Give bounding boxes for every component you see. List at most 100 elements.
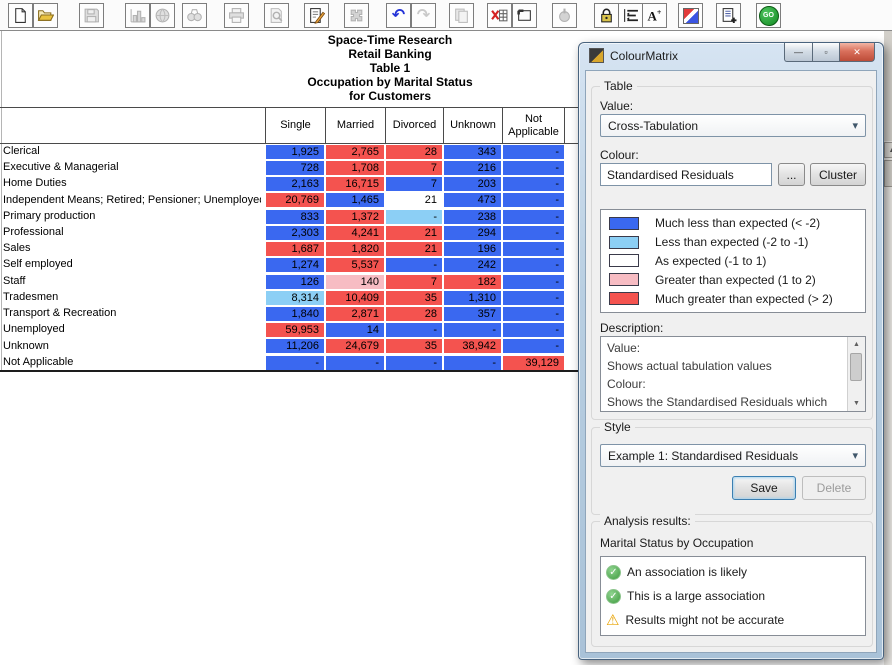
data-cell[interactable]: 39,129 xyxy=(503,356,564,370)
undo-button[interactable]: ↶ xyxy=(386,3,411,28)
data-cell[interactable]: 20,769 xyxy=(266,193,324,207)
data-cell[interactable]: 28 xyxy=(386,307,442,321)
browse-button[interactable]: ... xyxy=(778,163,805,186)
data-cell[interactable]: - xyxy=(503,242,564,256)
desc-scroll-thumb[interactable] xyxy=(850,353,862,381)
data-cell[interactable]: - xyxy=(503,226,564,240)
edit-annotations-button[interactable] xyxy=(304,3,329,28)
data-cell[interactable]: 11,206 xyxy=(266,339,324,353)
data-cell[interactable]: 38,942 xyxy=(444,339,501,353)
data-cell[interactable]: 140 xyxy=(326,275,384,289)
data-cell[interactable]: 238 xyxy=(444,210,501,224)
data-cell[interactable]: 728 xyxy=(266,161,324,175)
data-cell[interactable]: 242 xyxy=(444,258,501,272)
dialog-titlebar[interactable]: ColourMatrix xyxy=(589,48,678,63)
desc-scroll-up-icon[interactable]: ▲ xyxy=(848,337,865,352)
column-header-divorced[interactable]: Divorced xyxy=(385,108,443,143)
row-header-label[interactable]: Transport & Recreation xyxy=(3,307,261,319)
data-cell[interactable]: 473 xyxy=(444,193,501,207)
maximize-icon[interactable]: ▫ xyxy=(813,43,840,62)
data-cell[interactable]: 14 xyxy=(326,323,384,337)
row-header-label[interactable]: Sales xyxy=(3,242,261,254)
data-cell[interactable]: 4,241 xyxy=(326,226,384,240)
data-cell[interactable]: - xyxy=(444,356,501,370)
row-header-label[interactable]: Independent Means; Retired; Pensioner; U… xyxy=(3,194,261,206)
data-cell[interactable]: - xyxy=(386,258,442,272)
data-cell[interactable]: 7 xyxy=(386,161,442,175)
data-cell[interactable]: 1,820 xyxy=(326,242,384,256)
data-cell[interactable]: 8,314 xyxy=(266,291,324,305)
data-cell[interactable]: 21 xyxy=(386,242,442,256)
row-format-button[interactable] xyxy=(618,3,643,28)
data-cell[interactable]: 1,310 xyxy=(444,291,501,305)
delete-rows-button[interactable] xyxy=(487,3,512,28)
row-header-label[interactable]: Primary production xyxy=(3,210,261,222)
data-cell[interactable]: 1,274 xyxy=(266,258,324,272)
colourmatrix-button[interactable] xyxy=(678,3,703,28)
style-dropdown[interactable]: Example 1: Standardised Residuals xyxy=(600,444,866,467)
row-header-label[interactable]: Professional xyxy=(3,226,261,238)
data-cell[interactable]: 196 xyxy=(444,242,501,256)
data-cell[interactable]: 357 xyxy=(444,307,501,321)
data-cell[interactable]: - xyxy=(503,307,564,321)
data-cell[interactable]: 24,679 xyxy=(326,339,384,353)
data-cell[interactable]: 10,409 xyxy=(326,291,384,305)
colour-field[interactable]: Standardised Residuals xyxy=(600,163,772,186)
row-header-label[interactable]: Clerical xyxy=(3,145,261,157)
data-cell[interactable]: - xyxy=(503,161,564,175)
new-view-button[interactable] xyxy=(716,3,741,28)
data-cell[interactable]: 7 xyxy=(386,275,442,289)
row-header-label[interactable]: Unknown xyxy=(3,340,261,352)
row-header-label[interactable]: Tradesmen xyxy=(3,291,261,303)
data-cell[interactable]: - xyxy=(503,291,564,305)
column-header-married[interactable]: Married xyxy=(325,108,385,143)
data-cell[interactable]: - xyxy=(503,145,564,159)
data-cell[interactable]: 21 xyxy=(386,193,442,207)
data-cell[interactable]: - xyxy=(386,323,442,337)
resize-frame-button[interactable] xyxy=(512,3,537,28)
data-cell[interactable]: - xyxy=(266,356,324,370)
minimize-icon[interactable]: — xyxy=(784,43,813,62)
data-cell[interactable]: - xyxy=(503,210,564,224)
data-cell[interactable]: 28 xyxy=(386,145,442,159)
scrollbar-thumb[interactable] xyxy=(884,160,892,187)
data-cell[interactable]: - xyxy=(503,339,564,353)
row-header-label[interactable]: Self employed xyxy=(3,258,261,270)
data-cell[interactable]: - xyxy=(503,323,564,337)
data-cell[interactable]: 2,163 xyxy=(266,177,324,191)
data-cell[interactable]: 7 xyxy=(386,177,442,191)
cluster-button[interactable]: Cluster xyxy=(810,163,866,186)
desc-scroll-down-icon[interactable]: ▼ xyxy=(848,396,865,411)
row-header-label[interactable]: Executive & Managerial xyxy=(3,161,261,173)
data-cell[interactable]: 1,925 xyxy=(266,145,324,159)
data-cell[interactable]: 126 xyxy=(266,275,324,289)
data-cell[interactable]: 1,840 xyxy=(266,307,324,321)
description-box[interactable]: Value:Shows actual tabulation valuesColo… xyxy=(600,336,866,412)
scrollbar-up-arrow-icon[interactable] xyxy=(884,142,892,158)
data-cell[interactable]: 35 xyxy=(386,339,442,353)
row-header-label[interactable]: Home Duties xyxy=(3,177,261,189)
data-cell[interactable]: 203 xyxy=(444,177,501,191)
new-document-button[interactable] xyxy=(8,3,33,28)
data-cell[interactable]: 833 xyxy=(266,210,324,224)
data-cell[interactable]: - xyxy=(503,177,564,191)
data-cell[interactable]: 16,715 xyxy=(326,177,384,191)
close-icon[interactable]: ✕ xyxy=(840,43,875,62)
data-cell[interactable]: 1,708 xyxy=(326,161,384,175)
data-cell[interactable]: - xyxy=(503,275,564,289)
go-button[interactable]: GO xyxy=(756,3,781,28)
data-cell[interactable]: 182 xyxy=(444,275,501,289)
column-header-single[interactable]: Single xyxy=(265,108,325,143)
save-button[interactable]: Save xyxy=(732,476,796,500)
description-scrollbar[interactable]: ▲ ▼ xyxy=(847,337,865,411)
data-cell[interactable]: - xyxy=(444,323,501,337)
font-size-button[interactable]: A+ xyxy=(642,3,667,28)
data-cell[interactable]: 35 xyxy=(386,291,442,305)
data-cell[interactable]: - xyxy=(386,356,442,370)
column-header-not-applicable[interactable]: Not Applicable xyxy=(502,108,565,143)
value-dropdown[interactable]: Cross-Tabulation xyxy=(600,114,866,137)
lock-button[interactable] xyxy=(594,3,619,28)
data-cell[interactable]: 2,765 xyxy=(326,145,384,159)
data-cell[interactable]: 1,687 xyxy=(266,242,324,256)
row-header-label[interactable]: Not Applicable xyxy=(3,356,261,368)
